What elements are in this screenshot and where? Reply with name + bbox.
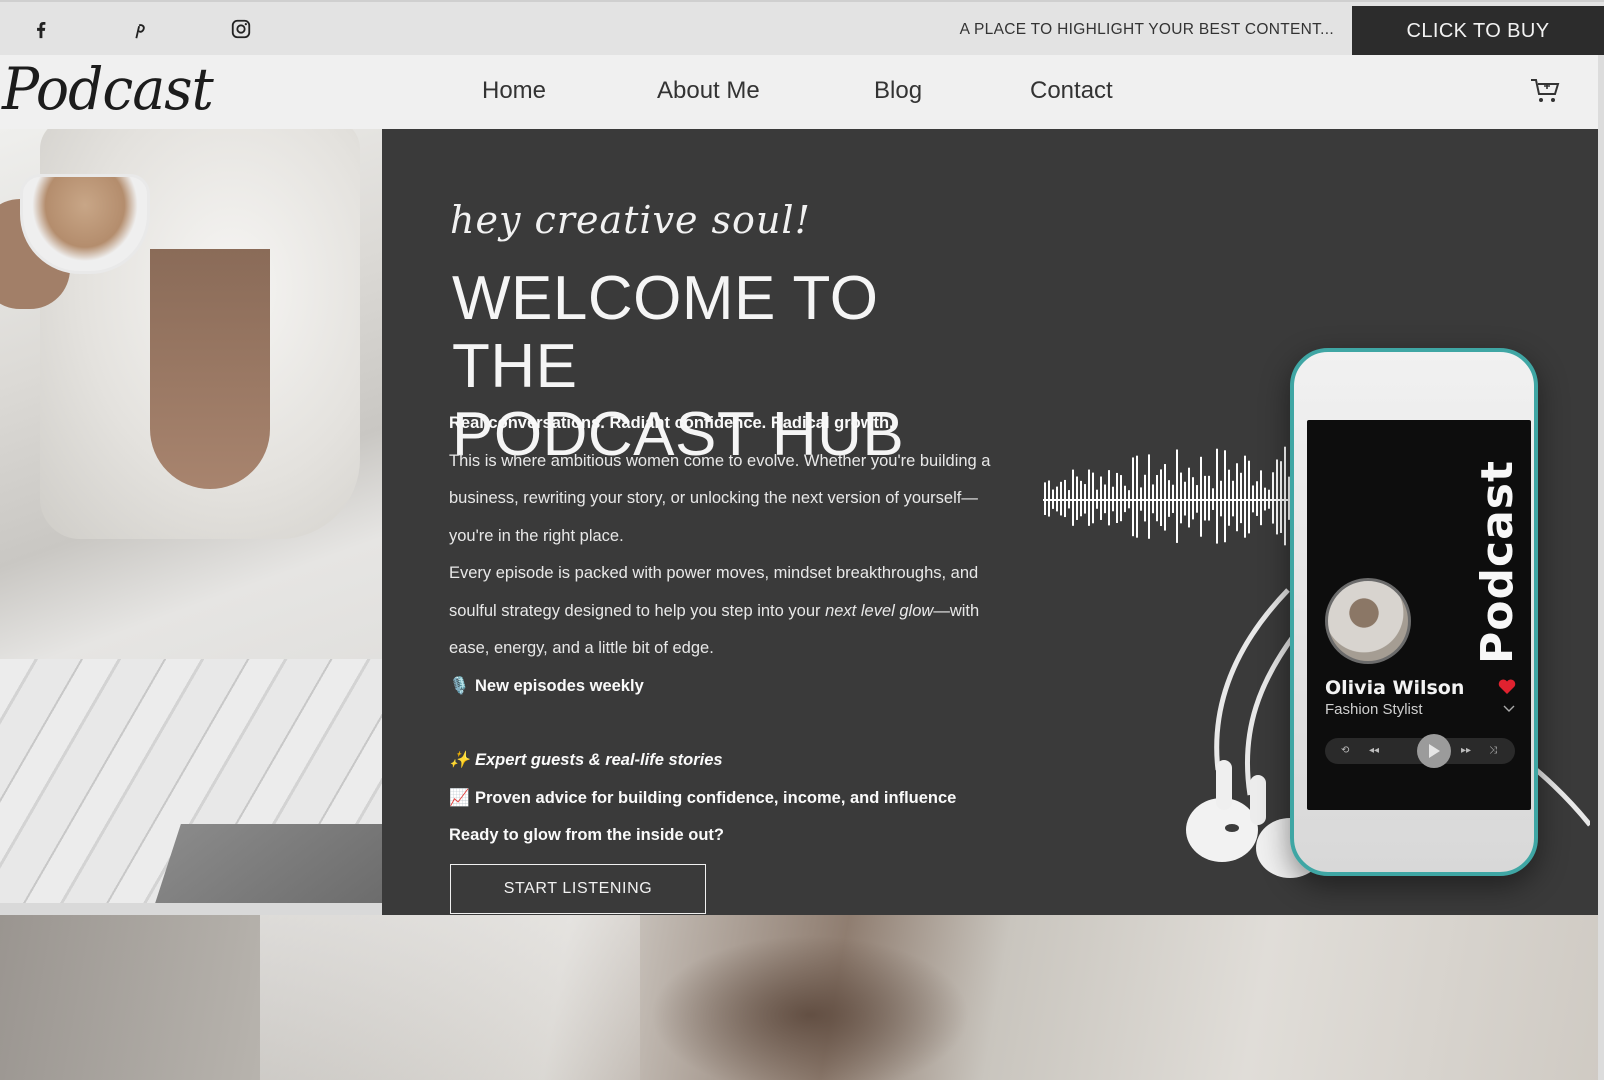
hero-copy: Real conversations. Radiant confidence. … (449, 405, 1009, 855)
nav-link-home[interactable]: Home (482, 77, 546, 105)
hero-paragraph-1: This is where ambitious women come to ev… (449, 451, 991, 545)
start-listening-button[interactable]: START LISTENING (450, 864, 706, 914)
top-announcement-bar: A PLACE TO HIGHLIGHT YOUR BEST CONTENT..… (0, 0, 1604, 56)
feature-label: Expert guests & real-life stories (475, 751, 723, 769)
shuffle-icon[interactable]: ⤨ (1489, 745, 1497, 756)
hero-tagline: Real conversations. Radiant confidence. … (449, 414, 894, 432)
nav-link-blog[interactable]: Blog (874, 77, 922, 105)
cart-icon[interactable] (1530, 77, 1560, 105)
play-icon (1429, 744, 1440, 758)
host-name: Olivia Wilson (1325, 677, 1465, 699)
phone-screen-title: Podcast (1472, 460, 1523, 664)
facebook-icon[interactable] (28, 16, 54, 42)
sparkles-icon: ✨ (449, 751, 470, 769)
repeat-icon[interactable]: ⟲ (1341, 745, 1349, 756)
promo-text: A PLACE TO HIGHLIGHT YOUR BEST CONTENT..… (959, 21, 1334, 38)
previous-icon[interactable]: ◂◂ (1369, 745, 1379, 756)
hero-script-heading: hey creative soul! (450, 198, 811, 242)
phone-mockup: Podcast Olivia Wilson Fashion Stylist ⟲ … (1290, 348, 1538, 876)
headline-line-1: WELCOME TO THE (452, 264, 879, 401)
bottom-section-photo (0, 915, 1604, 1080)
next-icon[interactable]: ▸▸ (1461, 745, 1471, 756)
microphone-icon: 🎙️ (449, 676, 470, 695)
feature-item-guests: ✨ Expert guests & real-life stories (449, 742, 1009, 780)
chart-increasing-icon: 📈 (449, 788, 470, 807)
feature-label: Proven advice for building confidence, i… (475, 788, 957, 807)
pinterest-icon[interactable] (127, 16, 153, 42)
site-logo[interactable]: Podcast (2, 55, 214, 123)
click-to-buy-button[interactable]: CLICK TO BUY (1352, 6, 1604, 56)
host-role: Fashion Stylist (1325, 701, 1423, 718)
player-controls: ⟲ ◂◂ ▸▸ ⤨ (1325, 734, 1515, 768)
phone-screen: Podcast Olivia Wilson Fashion Stylist ⟲ … (1307, 420, 1531, 810)
instagram-icon[interactable] (228, 16, 254, 42)
feature-item-episodes: 🎙️ New episodes weekly (449, 668, 1009, 706)
main-nav: Podcast Home About Me Blog Contact (0, 55, 1604, 129)
play-button[interactable] (1417, 734, 1451, 768)
scrollbar-track[interactable] (1598, 55, 1604, 1080)
hero-closing-line: Ready to glow from the inside out? (449, 826, 725, 844)
nav-link-contact[interactable]: Contact (1030, 77, 1113, 105)
hero-paragraph-2: Every episode is packed with power moves… (449, 555, 1009, 668)
hero-lifestyle-photo (0, 129, 382, 903)
feature-label: New episodes weekly (475, 676, 644, 695)
nav-link-about-me[interactable]: About Me (657, 77, 760, 105)
feature-item-advice: 📈 Proven advice for building confidence, … (449, 780, 1009, 818)
chevron-down-icon[interactable] (1503, 703, 1515, 713)
heart-icon[interactable] (1497, 677, 1517, 697)
paragraph-2-italic: next level glow (825, 601, 934, 620)
host-avatar (1325, 578, 1411, 664)
